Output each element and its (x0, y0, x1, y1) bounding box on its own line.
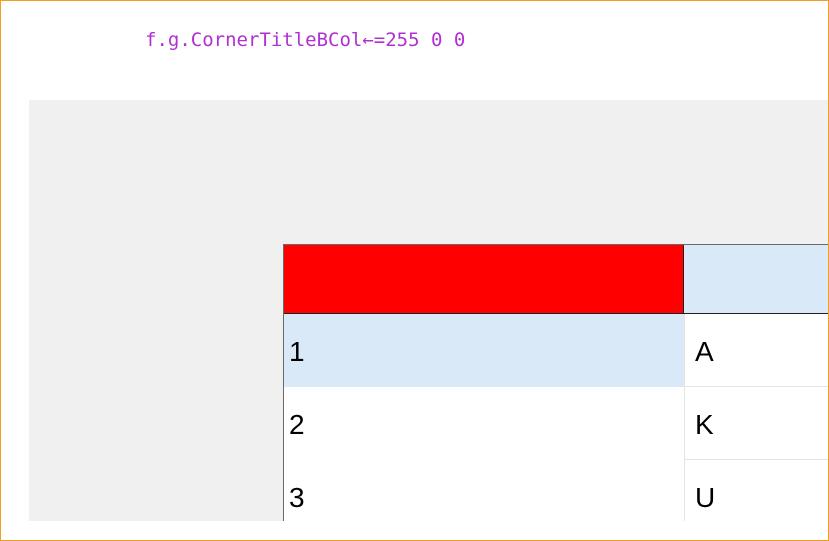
grid[interactable]: 1 A 2 K 3 U (283, 244, 828, 521)
table-row[interactable]: 1 A (284, 314, 828, 387)
form-window: 1 A 2 K 3 U (29, 100, 828, 521)
grid-corner-title (284, 245, 684, 314)
row-title[interactable]: 2 (284, 387, 684, 460)
grid-cell[interactable]: A (684, 314, 828, 387)
table-row[interactable]: 3 U (284, 460, 828, 521)
row-title[interactable]: 3 (284, 460, 684, 521)
code-line: f.g.CornerTitleBCol←=255 0 0 (145, 29, 466, 51)
session-window: f.g.CornerTitleBCol←=255 0 0 1 A 2 K 3 U (0, 0, 829, 541)
row-title[interactable]: 1 (284, 314, 684, 387)
table-row[interactable]: 2 K (284, 387, 828, 460)
grid-column-title[interactable] (684, 245, 828, 314)
grid-cell[interactable]: U (684, 460, 828, 521)
grid-cell[interactable]: K (684, 387, 828, 460)
